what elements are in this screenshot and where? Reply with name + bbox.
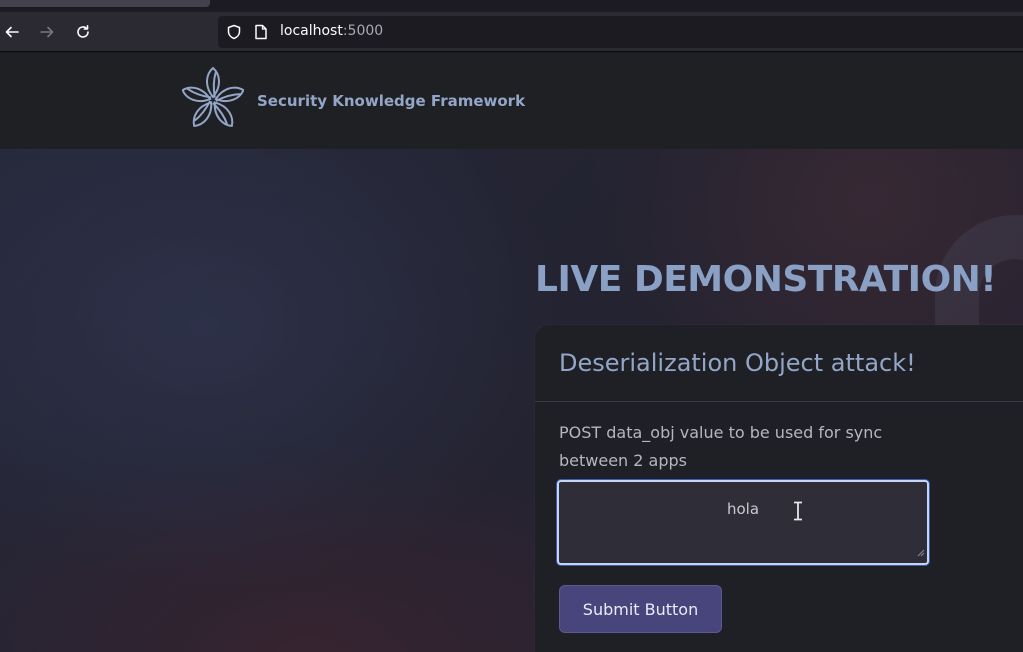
page-icon [254,24,268,44]
url-host: localhost [280,23,343,39]
attack-card: Deserialization Object attack! POST data… [535,325,1023,652]
data-obj-input[interactable]: hola [557,480,929,565]
card-description: POST data_obj value to be used for sync … [559,423,883,470]
url-port: :5000 [342,23,384,39]
data-obj-input-value: hola [726,500,760,518]
active-tab[interactable] [0,0,210,7]
card-title: Deserialization Object attack! [559,349,916,377]
site-header: Security Knowledge Framework [0,53,1023,149]
text-cursor-icon [793,501,803,525]
card-divider [535,401,1023,402]
reload-icon[interactable] [71,20,95,44]
forward-arrow-icon[interactable] [35,20,59,44]
brand-name[interactable]: Security Knowledge Framework [257,92,525,110]
url-bar[interactable]: localhost:5000 [218,16,1023,48]
resize-grip-icon[interactable] [917,543,925,561]
browser-toolbar: localhost:5000 [0,12,1023,52]
hero-section: LIVE DEMONSTRATION! Deserialization Obje… [0,149,1023,652]
shield-icon[interactable] [226,24,242,44]
back-arrow-icon[interactable] [0,20,24,44]
live-demo-heading: LIVE DEMONSTRATION! [535,259,997,300]
flower-logo-icon[interactable] [181,66,245,137]
tab-strip [0,0,1023,12]
submit-button[interactable]: Submit Button [559,585,722,633]
url-text[interactable]: localhost:5000 [280,23,383,39]
